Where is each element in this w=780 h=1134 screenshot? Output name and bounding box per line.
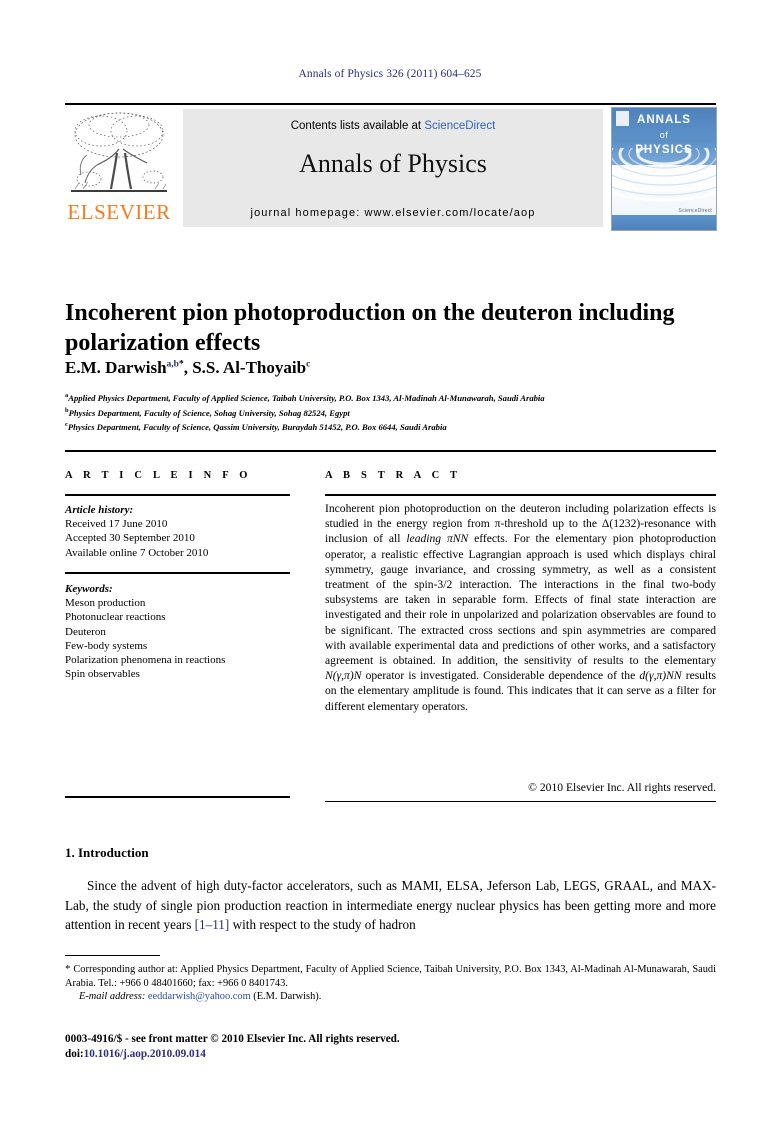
doi-line: doi:10.1016/j.aop.2010.09.014 xyxy=(65,1047,716,1062)
journal-article-page: Annals of Physics 326 (2011) 604–625 ELS… xyxy=(0,0,780,1134)
elsevier-tree-icon xyxy=(67,109,171,197)
author-1-affil-marker: a,b xyxy=(166,359,179,370)
doi-label: doi: xyxy=(65,1048,84,1060)
cover-line-2: of xyxy=(659,130,669,140)
article-history-online: Available online 7 October 2010 xyxy=(65,546,209,559)
elsevier-tree-svg xyxy=(71,112,167,192)
keyword-item: Deuteron xyxy=(65,625,106,638)
author-2-name: , S.S. Al-Thoyaib xyxy=(183,358,307,377)
abstract-paragraph: Incoherent pion photoproduction on the d… xyxy=(325,501,716,714)
email-owner: (E.M. Darwish). xyxy=(250,991,322,1002)
contents-prefix-text: Contents lists available at xyxy=(290,120,425,132)
footnote-rule xyxy=(65,955,160,956)
cover-sciencedirect-mark: ScienceDirect xyxy=(678,208,712,214)
journal-masthead: ELSEVIER Contents lists available at Sci… xyxy=(65,103,717,231)
sciencedirect-link[interactable]: ScienceDirect xyxy=(424,120,495,132)
imprint-block: 0003-4916/$ - see front matter © 2010 El… xyxy=(65,1032,716,1062)
abstract-italic-2: N(γ,π)N xyxy=(325,669,362,683)
article-history-label: Article history: xyxy=(65,504,134,516)
affiliation-item: cPhysics Department, Faculty of Science,… xyxy=(65,419,725,434)
email-label: E-mail address: xyxy=(79,991,146,1002)
keyword-item: Few-body systems xyxy=(65,639,148,652)
introduction-text-2: with respect to the study of hadron xyxy=(229,917,416,932)
article-history-accepted: Accepted 30 September 2010 xyxy=(65,532,195,545)
journal-homepage-link[interactable]: journal homepage: www.elsevier.com/locat… xyxy=(183,207,603,219)
keywords-list: Keywords: Meson production Photonuclear … xyxy=(65,582,300,681)
abstract-part-2: effects. For the elementary pion photopr… xyxy=(325,532,716,668)
issn-line: 0003-4916/$ - see front matter © 2010 El… xyxy=(65,1033,400,1045)
citation-link[interactable]: [1–11] xyxy=(195,917,230,932)
affiliation-text-b: Physics Department, Faculty of Science, … xyxy=(68,407,350,418)
section-heading-introduction: 1. Introduction xyxy=(65,845,149,860)
keyword-item: Spin observables xyxy=(65,668,140,681)
affiliation-item: bPhysics Department, Faculty of Science,… xyxy=(65,405,725,420)
abstract-text: Incoherent pion photoproduction on the d… xyxy=(325,501,716,714)
abstract-rule-top xyxy=(325,494,716,496)
abstract-rule-bottom xyxy=(325,801,716,802)
cover-footer-band xyxy=(612,215,716,230)
keyword-item: Meson production xyxy=(65,597,146,610)
author-2-affil-marker: c xyxy=(306,359,311,370)
keyword-item: Photonuclear reactions xyxy=(65,611,166,624)
affiliation-item: aApplied Physics Department, Faculty of … xyxy=(65,390,725,405)
corresponding-author-text: Corresponding author at: Applied Physics… xyxy=(65,964,716,989)
affiliation-list: aApplied Physics Department, Faculty of … xyxy=(65,390,725,434)
author-list: E.M. Darwisha,b*, S.S. Al-Thoyaibc xyxy=(65,358,725,378)
keywords-label: Keywords: xyxy=(65,583,113,595)
abstract-heading: A B S T R A C T xyxy=(325,470,462,481)
article-info-heading: A R T I C L E I N F O xyxy=(65,470,252,481)
author-1-name: E.M. Darwish xyxy=(65,358,167,377)
journal-title: Annals of Physics xyxy=(299,149,487,178)
corresponding-author-note: * Corresponding author at: Applied Physi… xyxy=(65,962,716,991)
contents-panel: Contents lists available at ScienceDirec… xyxy=(183,109,603,227)
article-history: Article history: Received 17 June 2010 A… xyxy=(65,503,295,560)
affiliation-text-c: Physics Department, Faculty of Science, … xyxy=(67,422,447,433)
abstract-italic-1: leading πNN xyxy=(406,532,469,546)
masthead-top-rule xyxy=(65,103,716,105)
abstract-italic-3: d(γ,π)NN xyxy=(639,669,682,683)
abstract-copyright: © 2010 Elsevier Inc. All rights reserved… xyxy=(528,781,716,794)
elsevier-logo: ELSEVIER xyxy=(65,109,173,227)
page-title: Incoherent pion photoproduction on the d… xyxy=(65,300,675,357)
keyword-item: Polarization phenomena in reactions xyxy=(65,654,226,667)
email-link[interactable]: eeddarwish@yahoo.com xyxy=(148,991,251,1002)
abstract-part-3: operator is investigated. Considerable d… xyxy=(361,669,640,683)
affiliation-text-a: Applied Physics Department, Faculty of A… xyxy=(68,392,545,403)
contents-available-line: Contents lists available at ScienceDirec… xyxy=(183,120,603,132)
article-history-received: Received 17 June 2010 xyxy=(65,518,168,531)
introduction-paragraph: Since the advent of high duty-factor acc… xyxy=(65,876,716,935)
keywords-rule-bottom xyxy=(65,796,290,798)
cover-line-1: ANNALS xyxy=(637,114,691,126)
article-info-rule-top xyxy=(65,494,290,496)
infobox-top-rule xyxy=(65,450,716,452)
elsevier-wordmark: ELSEVIER xyxy=(67,200,171,224)
keywords-rule-top xyxy=(65,572,290,574)
running-head: Annals of Physics 326 (2011) 604–625 xyxy=(298,68,482,80)
doi-link[interactable]: 10.1016/j.aop.2010.09.014 xyxy=(84,1048,206,1060)
email-line: E-mail address: eeddarwish@yahoo.com (E.… xyxy=(65,991,716,1002)
journal-cover-thumbnail[interactable]: ANNALS of PHYSICS ScienceDirect xyxy=(611,107,717,231)
